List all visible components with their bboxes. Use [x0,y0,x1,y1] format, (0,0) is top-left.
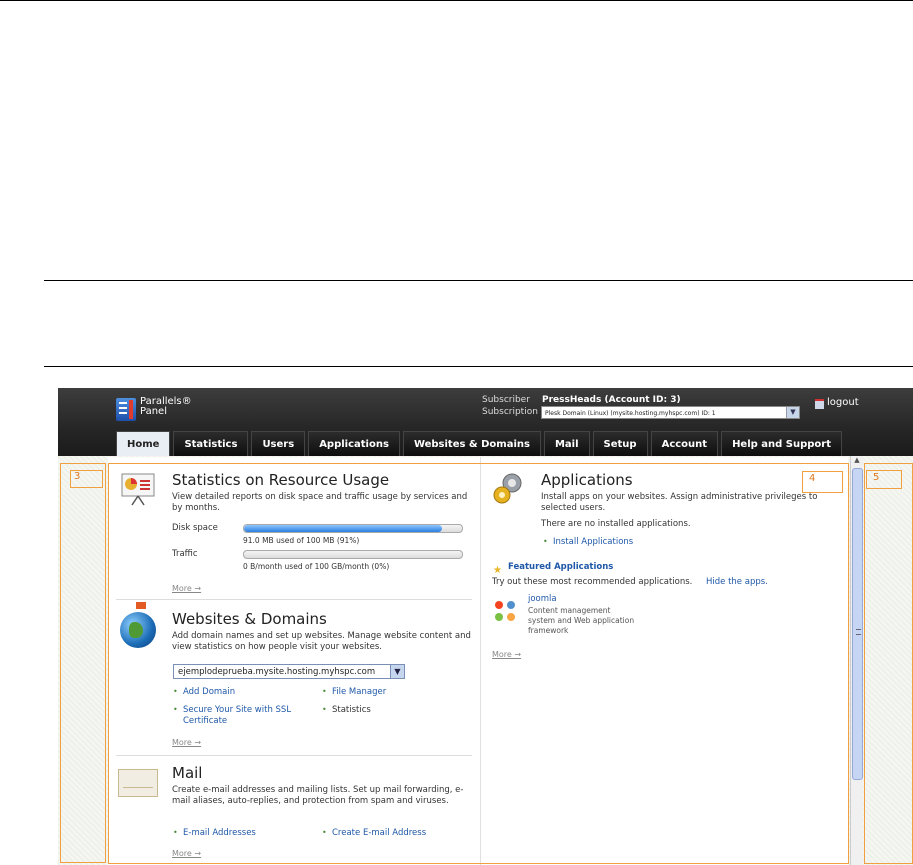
tab-statistics[interactable]: Statistics [173,431,249,456]
tab-applications[interactable]: Applications [308,431,400,456]
annotation-box-4 [108,463,849,864]
logo-line2: Panel [140,406,167,417]
main-tabs: Home Statistics Users Applications Websi… [116,431,843,456]
scroll-up-icon[interactable]: ▲ [851,456,863,466]
header-bar: Parallels® Panel Subscriber PressHeads (… [58,388,913,456]
annotation-box-5 [864,463,913,864]
annotation-label-box-5 [866,470,902,489]
subscription-value: Plesk Domain (Linux) (mysite.hosting.myh… [545,410,716,417]
tab-home[interactable]: Home [116,431,171,456]
logout-icon[interactable] [815,399,824,409]
tab-account[interactable]: Account [650,431,719,456]
tab-websites-domains[interactable]: Websites & Domains [402,431,541,456]
tab-mail[interactable]: Mail [543,431,590,456]
separator-rule [44,280,913,281]
tab-users[interactable]: Users [251,431,306,456]
annotation-box-3 [60,463,106,863]
tab-setup[interactable]: Setup [592,431,648,456]
annotation-number-5: 5 [873,472,880,483]
subscriber-value: PressHeads (Account ID: 3) [542,395,681,405]
logo-text: Parallels® Panel [140,397,192,417]
subscription-select[interactable]: Plesk Domain (Linux) (mysite.hosting.myh… [541,406,800,419]
tab-help-support[interactable]: Help and Support [721,431,843,456]
chevron-down-icon[interactable]: ▼ [786,407,799,418]
top-rule [0,0,913,1]
separator-rule [44,366,913,367]
subscriber-label: Subscriber [482,395,530,405]
grip-icon [856,629,861,635]
subscription-label: Subscription [482,407,538,417]
logout-link[interactable]: logout [827,397,859,408]
parallels-logo-icon [116,398,136,421]
panel-screenshot: Parallels® Panel Subscriber PressHeads (… [58,388,913,865]
scrollbar-thumb[interactable] [852,468,863,780]
annotation-number-4: 4 [809,473,816,484]
vertical-scrollbar[interactable]: ▲ [850,456,863,865]
annotation-number-3: 3 [74,471,81,482]
